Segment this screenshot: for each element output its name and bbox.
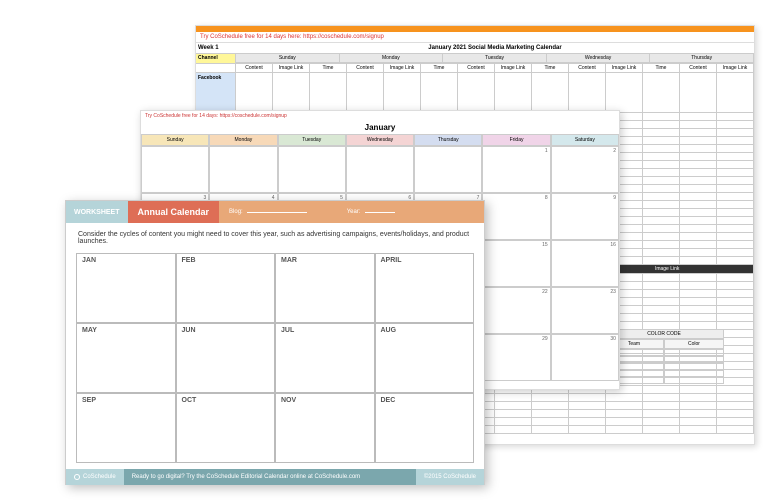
color-color-header: Color <box>664 339 724 349</box>
col-image: Image Link <box>273 64 310 72</box>
gear-icon <box>74 474 80 480</box>
day-header-row: Channel Sunday Monday Tuesday Wednesday … <box>196 54 754 64</box>
date-cell[interactable]: 23 <box>551 287 619 334</box>
color-code-title: COLOR CODE <box>604 329 724 339</box>
channel-header: Channel <box>196 54 236 63</box>
year-input-line[interactable] <box>365 212 395 213</box>
day-wed: Wednesday <box>346 134 414 146</box>
date-cell[interactable]: 22 <box>482 287 550 334</box>
day-sunday: Sunday <box>236 54 339 63</box>
cta-link[interactable]: Try CoSchedule free for 14 days: https:/… <box>141 111 619 121</box>
month-jan[interactable]: JAN <box>76 253 176 323</box>
day-thu: Thursday <box>414 134 482 146</box>
worksheet-footer: CoSchedule Ready to go digital? Try the … <box>66 469 484 485</box>
day-mon: Monday <box>209 134 277 146</box>
year-field: Year: <box>347 209 395 215</box>
date-cell[interactable]: 1 <box>482 146 550 193</box>
day-thursday: Thursday <box>650 54 753 63</box>
worksheet-meta: Blog: Year: <box>219 201 484 223</box>
blog-input-line[interactable] <box>247 212 307 213</box>
month-nov[interactable]: NOV <box>275 393 375 463</box>
worksheet-badge: WORKSHEET <box>66 201 128 223</box>
color-code-block: COLOR CODE Team Color <box>604 329 724 384</box>
blog-label: Blog: <box>229 209 243 215</box>
date-cell[interactable]: 15 <box>482 240 550 287</box>
footer-message: Ready to go digital? Try the CoSchedule … <box>124 469 416 485</box>
month-sep[interactable]: SEP <box>76 393 176 463</box>
title-row: Week 1 January 2021 Social Media Marketi… <box>196 43 754 54</box>
date-cell[interactable]: 2 <box>551 146 619 193</box>
date-cell[interactable] <box>209 146 277 193</box>
date-cell[interactable]: 16 <box>551 240 619 287</box>
col-time: Time <box>310 64 347 72</box>
facebook-label: Facebook <box>196 73 236 112</box>
facebook-row: Facebook <box>196 73 754 113</box>
month-oct[interactable]: OCT <box>176 393 276 463</box>
weekday-header: Sunday Monday Tuesday Wednesday Thursday… <box>141 134 619 146</box>
date-cell[interactable]: 29 <box>482 334 550 381</box>
year-label: Year: <box>347 209 361 215</box>
date-cell[interactable] <box>141 146 209 193</box>
footer-copyright: ©2015 CoSchedule <box>416 469 484 485</box>
day-fri: Friday <box>482 134 550 146</box>
worksheet-header: WORKSHEET Annual Calendar Blog: Year: <box>66 201 484 223</box>
day-tue: Tuesday <box>278 134 346 146</box>
day-monday: Monday <box>340 54 443 63</box>
date-cell[interactable]: 9 <box>551 193 619 240</box>
calendar-title: January 2021 Social Media Marketing Cale… <box>236 43 754 53</box>
month-apr[interactable]: APRIL <box>375 253 475 323</box>
month-jun[interactable]: JUN <box>176 323 276 393</box>
month-title: January <box>141 121 619 134</box>
subheader-row: Content Image Link Time Content Image Li… <box>196 64 754 73</box>
date-cell[interactable] <box>278 146 346 193</box>
annual-calendar-worksheet: WORKSHEET Annual Calendar Blog: Year: Co… <box>65 200 485 485</box>
date-cell[interactable] <box>414 146 482 193</box>
date-cell[interactable] <box>346 146 414 193</box>
footer-brand: CoSchedule <box>66 469 124 485</box>
day-tuesday: Tuesday <box>443 54 546 63</box>
day-sat: Saturday <box>551 134 619 146</box>
month-jul[interactable]: JUL <box>275 323 375 393</box>
date-cell[interactable]: 8 <box>482 193 550 240</box>
month-dec[interactable]: DEC <box>375 393 475 463</box>
month-feb[interactable]: FEB <box>176 253 276 323</box>
day-wednesday: Wednesday <box>547 54 650 63</box>
day-sun: Sunday <box>141 134 209 146</box>
cta-link[interactable]: Try CoSchedule free for 14 days here: ht… <box>196 32 754 43</box>
week-label: Week 1 <box>196 43 236 53</box>
month-may[interactable]: MAY <box>76 323 176 393</box>
worksheet-title: Annual Calendar <box>128 201 220 223</box>
date-cell[interactable]: 30 <box>551 334 619 381</box>
worksheet-description: Consider the cycles of content you might… <box>66 223 484 253</box>
blog-field: Blog: <box>229 209 307 215</box>
month-aug[interactable]: AUG <box>375 323 475 393</box>
month-mar[interactable]: MAR <box>275 253 375 323</box>
col-content: Content <box>236 64 273 72</box>
annual-grid: JAN FEB MAR APRIL MAY JUN JUL AUG SEP OC… <box>66 253 484 463</box>
